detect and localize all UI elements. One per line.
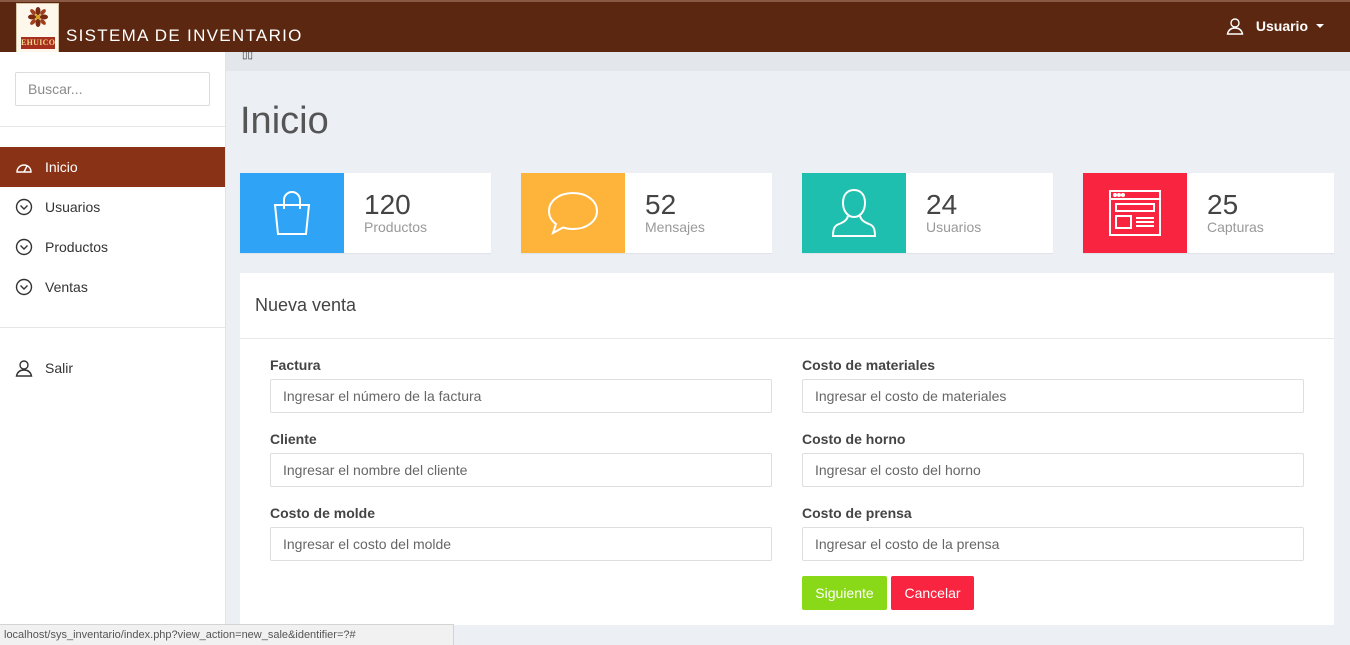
costo-prensa-input[interactable] <box>802 527 1304 561</box>
costo-materiales-label: Costo de materiales <box>802 357 936 373</box>
stat-card-usuarios[interactable]: 24 Usuarios <box>802 173 1053 253</box>
shopping-bag-icon <box>273 191 311 235</box>
search-input[interactable] <box>15 72 210 106</box>
logo-text: EHUICO <box>21 37 56 49</box>
chevron-circle-icon <box>15 198 33 216</box>
cliente-input[interactable] <box>270 453 772 487</box>
costo-materiales-input[interactable] <box>802 379 1304 413</box>
sidebar-divider <box>0 126 225 127</box>
page-title: Inicio <box>240 100 329 142</box>
costo-horno-input[interactable] <box>802 453 1304 487</box>
cancel-button[interactable]: Cancelar <box>891 576 974 610</box>
stat-icon-box <box>521 173 625 253</box>
panel-header: Nueva venta <box>240 273 1334 339</box>
sidebar-item-inicio[interactable]: Inicio <box>0 147 225 187</box>
costo-prensa-label: Costo de prensa <box>802 505 912 521</box>
costo-horno-label: Costo de horno <box>802 431 906 447</box>
user-menu-button[interactable]: Usuario <box>1226 17 1324 35</box>
app-title[interactable]: SISTEMA DE INVENTARIO <box>66 26 303 46</box>
top-navbar: EHUICO SISTEMA DE INVENTARIO Usuario <box>0 0 1350 53</box>
new-sale-panel: Nueva venta Factura Costo de materiales … <box>240 273 1334 625</box>
sidebar-item-productos[interactable]: Productos <box>0 227 225 267</box>
sidebar: Inicio Usuarios Productos Ventas Salir <box>0 52 226 645</box>
stat-card-mensajes[interactable]: 52 Mensajes <box>521 173 772 253</box>
stat-value: 120 <box>364 189 411 220</box>
sidebar-item-ventas[interactable]: Ventas <box>0 267 225 307</box>
sidebar-item-label: Usuarios <box>45 199 101 215</box>
stat-value: 25 <box>1207 189 1239 220</box>
user-icon <box>1226 18 1244 35</box>
stat-icon-box <box>240 173 344 253</box>
user-menu-label: Usuario <box>1255 18 1308 34</box>
factura-input[interactable] <box>270 379 772 413</box>
sidebar-item-salir[interactable]: Salir <box>0 348 225 388</box>
user-icon <box>15 360 33 377</box>
chevron-circle-icon <box>15 278 33 296</box>
costo-molde-input[interactable] <box>270 527 772 561</box>
flower-logo-icon <box>28 7 48 27</box>
stat-label: Capturas <box>1207 219 1264 235</box>
status-bar-url: localhost/sys_inventario/index.php?view_… <box>0 624 454 645</box>
sidebar-item-usuarios[interactable]: Usuarios <box>0 187 225 227</box>
stat-card-capturas[interactable]: 25 Capturas <box>1083 173 1334 253</box>
speech-bubble-icon <box>547 191 599 236</box>
panel-title: Nueva venta <box>255 295 357 315</box>
stat-card-productos[interactable]: 120 Productos <box>240 173 491 253</box>
factura-label: Factura <box>270 357 321 373</box>
breadcrumb <box>226 52 1350 71</box>
chevron-circle-icon <box>15 238 33 256</box>
home-icon[interactable]: ▯▯ <box>242 51 253 61</box>
caret-down-icon <box>1316 24 1324 28</box>
cliente-label: Cliente <box>270 431 317 447</box>
sidebar-item-label: Productos <box>45 239 109 255</box>
stat-icon-box <box>802 173 906 253</box>
sidebar-divider <box>0 327 225 328</box>
stat-label: Mensajes <box>645 219 705 235</box>
stat-label: Productos <box>364 219 428 235</box>
stat-label: Usuarios <box>926 219 982 235</box>
sidebar-item-label: Inicio <box>45 159 78 175</box>
company-logo[interactable]: EHUICO <box>16 3 59 53</box>
stat-value: 24 <box>926 189 958 220</box>
costo-molde-label: Costo de molde <box>270 505 376 521</box>
user-icon <box>831 188 877 237</box>
next-button[interactable]: Siguiente <box>802 576 887 610</box>
dashboard-icon <box>16 164 32 173</box>
stat-icon-box <box>1083 173 1187 253</box>
sidebar-item-label: Ventas <box>45 279 88 295</box>
stat-value: 52 <box>645 189 677 220</box>
sidebar-item-label: Salir <box>45 360 74 376</box>
browser-window-icon <box>1109 190 1161 236</box>
